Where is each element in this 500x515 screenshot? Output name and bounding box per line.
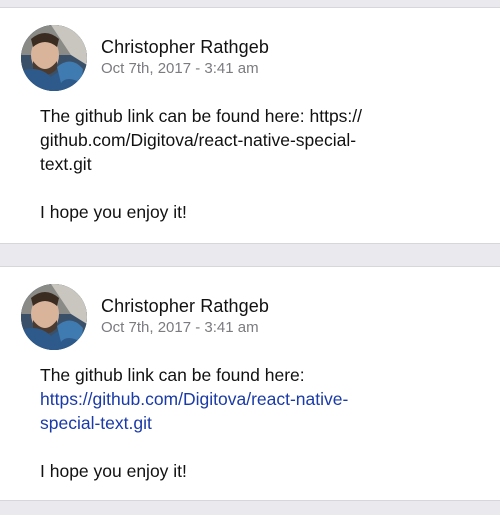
author-avatar[interactable] — [21, 284, 87, 350]
link-line: special-text.git — [40, 413, 152, 433]
post-card: Christopher Rathgeb Oct 7th, 2017 - 3:41… — [0, 266, 500, 501]
github-link[interactable]: special-text.git — [40, 411, 480, 435]
post-card: Christopher Rathgeb Oct 7th, 2017 - 3:41… — [0, 7, 500, 244]
author-name[interactable]: Christopher Rathgeb — [101, 296, 269, 317]
link-line: https://github.com/Digitova/react-native… — [40, 389, 349, 409]
post-closing: I hope you enjoy it! — [40, 202, 187, 222]
post-text-line: text.git — [40, 154, 92, 174]
post-text-intro: The github link can be found here: — [40, 365, 305, 385]
avatar-photo-icon — [21, 25, 87, 91]
author-name[interactable]: Christopher Rathgeb — [101, 37, 269, 58]
avatar-photo-icon — [21, 284, 87, 350]
github-link[interactable]: https://github.com/Digitova/react-native… — [40, 387, 480, 411]
post-body: The github link can be found here: https… — [40, 104, 480, 224]
post-body: The github link can be found here: https… — [40, 363, 480, 483]
post-header: Christopher Rathgeb Oct 7th, 2017 - 3:41… — [21, 25, 481, 91]
post-text-line: The github link can be found here: https… — [40, 106, 363, 126]
post-feed: Christopher Rathgeb Oct 7th, 2017 - 3:41… — [0, 0, 500, 515]
post-timestamp: Oct 7th, 2017 - 3:41 am — [101, 60, 259, 77]
author-avatar[interactable] — [21, 25, 87, 91]
post-timestamp: Oct 7th, 2017 - 3:41 am — [101, 319, 259, 336]
post-text-line: github.com/Digitova/react-native-special… — [40, 130, 357, 150]
post-header: Christopher Rathgeb Oct 7th, 2017 - 3:41… — [21, 284, 481, 350]
post-closing: I hope you enjoy it! — [40, 461, 187, 481]
